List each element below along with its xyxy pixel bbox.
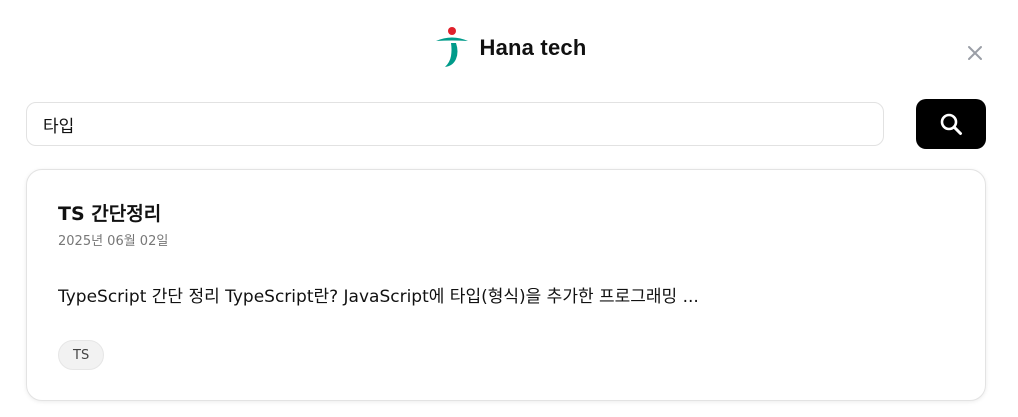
brand-name: Hana tech [479,35,587,60]
result-excerpt: TypeScript 간단 정리 TypeScript란? JavaScript… [58,287,699,307]
search-icon [940,113,962,135]
search-input[interactable] [27,103,883,145]
search-button[interactable] [916,99,986,149]
search-result-card[interactable]: TS 간단정리 2025년 06월 02일 TypeScript 간단 정리 T… [26,169,986,401]
tag-chip[interactable]: TS [58,340,105,370]
result-title[interactable]: TS 간단정리 [58,199,161,226]
brand[interactable]: Hana tech [432,26,587,70]
result-date: 2025년 06월 02일 [58,234,169,249]
search-field[interactable] [26,102,884,146]
header: Hana tech [0,24,1018,72]
close-icon [968,46,982,60]
hana-logo-icon [435,27,468,67]
close-button[interactable] [962,40,988,66]
